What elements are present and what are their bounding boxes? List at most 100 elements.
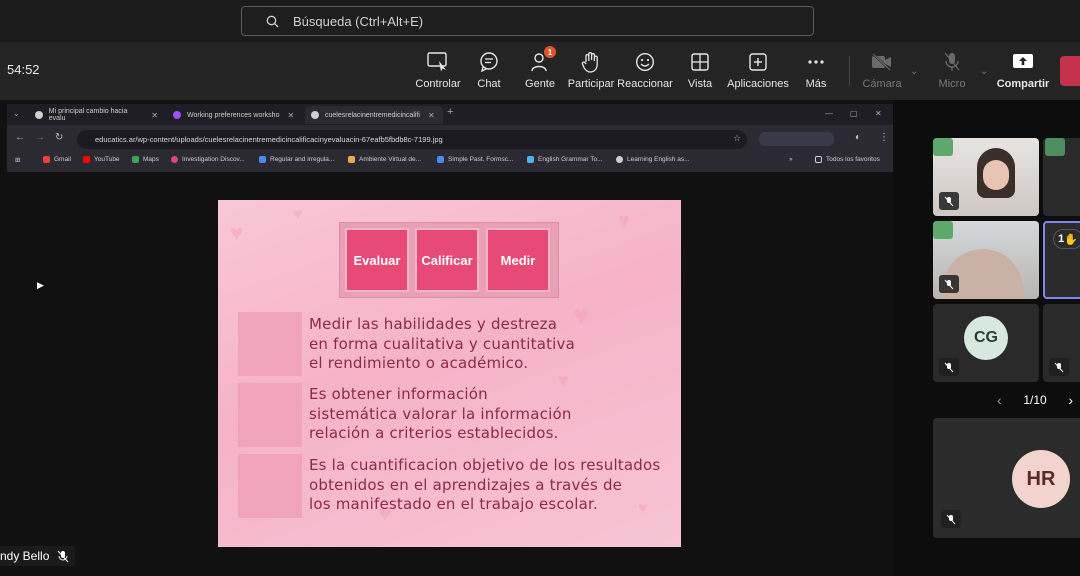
control-icon bbox=[427, 52, 447, 72]
view-button[interactable]: Vista bbox=[672, 50, 728, 94]
mic-off-icon bbox=[944, 52, 960, 71]
maximize-icon: ▢ bbox=[850, 109, 858, 118]
heart-decoration-icon: ♥ bbox=[293, 206, 303, 223]
mic-label: Micro bbox=[938, 78, 966, 90]
share-icon bbox=[1013, 54, 1033, 68]
bookmark-label: Learning English as... bbox=[627, 156, 690, 163]
participant-tile-hr[interactable]: HR bbox=[933, 418, 1080, 538]
participant-tile-raised-hand[interactable]: 1 ✋ bbox=[1043, 221, 1080, 299]
camera-options-chevron-icon[interactable]: ⌄ bbox=[910, 66, 918, 77]
definition-line: Es la cuantificacion objetivo de los res… bbox=[309, 456, 661, 474]
muted-indicator bbox=[1049, 358, 1069, 376]
mic-off-icon bbox=[944, 279, 954, 289]
definition-line: relación a criterios establecidos. bbox=[309, 424, 559, 442]
people-button[interactable]: 1 Gente bbox=[512, 46, 568, 94]
definition-square-3 bbox=[238, 454, 302, 518]
more-button[interactable]: Más bbox=[788, 50, 844, 94]
previous-page-icon[interactable]: ‹ bbox=[997, 392, 1002, 408]
muted-indicator bbox=[941, 510, 961, 528]
browser-tab-title: Mi principal cambio hacia evalu bbox=[48, 108, 128, 122]
browser-tab-title: cuelesrelacinentremedicincalifi bbox=[325, 111, 420, 119]
raise-hand-button[interactable]: Participar bbox=[563, 50, 619, 94]
camera-button[interactable]: Cámara bbox=[854, 50, 910, 94]
more-label: Más bbox=[805, 78, 827, 90]
hand-icon: ✋ bbox=[1064, 233, 1078, 246]
address-text: educatics.ar/wp-content/uploads/cuelesre… bbox=[95, 135, 443, 144]
participant-tile-cg[interactable]: CG bbox=[933, 304, 1039, 382]
meeting-toolbar: 54:52 Controlar Chat 1 Gente Participar … bbox=[0, 42, 1080, 100]
mic-off-icon bbox=[1054, 362, 1064, 372]
bookmark-label: Simple Past. Formsc... bbox=[448, 156, 514, 163]
apps-button[interactable]: Aplicaciones bbox=[727, 50, 789, 94]
bookmark-investigation: Investigation Discov... bbox=[171, 156, 245, 163]
bookmark-label: Ambiente Virtual de... bbox=[359, 156, 422, 163]
definition-line: el rendimiento o académico. bbox=[309, 354, 529, 372]
bookmark-star-icon: ☆ bbox=[733, 133, 742, 143]
muted-indicator bbox=[939, 192, 959, 210]
next-page-icon[interactable]: › bbox=[1068, 392, 1073, 408]
search-input[interactable]: Búsqueda (Ctrl+Alt+E) bbox=[241, 6, 814, 36]
chat-favicon-icon bbox=[35, 111, 43, 119]
participant-tile-6[interactable] bbox=[1043, 304, 1080, 382]
shared-browser-window: ⌄ Mi principal cambio hacia evalu ✕ Worki… bbox=[7, 104, 893, 172]
participants-panel: 1 ✋ CG ‹ 1/10 › HR bbox=[893, 100, 1080, 576]
toolbar-divider bbox=[849, 56, 850, 86]
definition-line: en forma cualitativa y cuantitativa bbox=[309, 334, 576, 353]
browser-menu-icon: ⋮ bbox=[879, 132, 889, 143]
bookmark-simple-past: Simple Past. Formsc... bbox=[437, 156, 513, 163]
leave-button[interactable] bbox=[1060, 56, 1080, 86]
more-icon bbox=[808, 60, 824, 64]
participant-video-1[interactable] bbox=[933, 138, 1039, 216]
mic-button[interactable]: Micro bbox=[924, 50, 980, 94]
grid-icon bbox=[691, 53, 709, 71]
new-tab-icon: + bbox=[447, 106, 454, 118]
participant-face bbox=[983, 160, 1009, 190]
share-button[interactable]: Compartir bbox=[995, 50, 1051, 94]
participant-tile-2[interactable] bbox=[1043, 138, 1080, 216]
definition-line: obtenidos en el aprendizajes a través de bbox=[309, 475, 623, 494]
hand-icon bbox=[581, 52, 598, 73]
back-icon: ← bbox=[15, 132, 25, 143]
mic-off-icon bbox=[57, 550, 69, 562]
title-bar: Búsqueda (Ctrl+Alt+E) bbox=[0, 0, 1080, 42]
extensions-group bbox=[759, 132, 834, 146]
bookmarks-bar: ⊞ Gmail YouTube Maps Investigation Disco… bbox=[7, 152, 893, 170]
react-button[interactable]: Reaccionar bbox=[617, 50, 673, 94]
forward-icon: → bbox=[35, 132, 45, 143]
companion-app-icon bbox=[933, 221, 953, 239]
browser-tab-1: Mi principal cambio hacia evalu ✕ bbox=[29, 106, 164, 124]
minimize-icon: — bbox=[825, 109, 833, 118]
definition-evaluar: Es obtener información sistemática valor… bbox=[309, 385, 572, 444]
heart-decoration-icon: ♥ bbox=[618, 210, 630, 232]
mic-off-icon bbox=[944, 362, 954, 372]
mic-options-chevron-icon[interactable]: ⌄ bbox=[980, 66, 988, 77]
raise-hand-label: Participar bbox=[567, 78, 615, 90]
presenter-name-tag: ndy Bello bbox=[0, 546, 76, 566]
medir-box: Medir bbox=[486, 228, 550, 292]
presenter-name: ndy Bello bbox=[0, 549, 50, 563]
bookmark-maps: Maps bbox=[132, 156, 159, 163]
chat-button[interactable]: Chat bbox=[461, 50, 517, 94]
close-icon: ✕ bbox=[427, 110, 435, 120]
participant-video-3[interactable] bbox=[933, 221, 1039, 299]
reload-icon: ↻ bbox=[55, 132, 64, 143]
mouse-pointer-icon: ▶ bbox=[37, 280, 44, 290]
browser-tab-2: Working preferences worksho ✕ bbox=[167, 106, 302, 124]
avatar: CG bbox=[964, 316, 1008, 360]
plus-square-icon bbox=[749, 53, 767, 71]
form-favicon-icon bbox=[173, 111, 181, 119]
bookmark-label: Regular and irregula... bbox=[270, 156, 335, 163]
control-button[interactable]: Controlar bbox=[410, 50, 466, 94]
chat-label: Chat bbox=[477, 78, 501, 90]
tab-search-chevron-icon: ⌄ bbox=[13, 109, 20, 118]
definition-line: sistemática valorar la información bbox=[309, 404, 572, 423]
definition-line: los manifestado en el trabajo escolar. bbox=[309, 495, 598, 513]
bookmark-label: Gmail bbox=[54, 156, 71, 163]
bookmark-label: YouTube bbox=[94, 156, 120, 163]
slide-image: ♥ ♥ ♥ ♥ ♥ ♥ ♥ Evaluar Calificar Medir Me… bbox=[218, 200, 681, 547]
chat-icon bbox=[480, 52, 498, 72]
participants-pager: ‹ 1/10 › bbox=[997, 392, 1073, 408]
people-badge: 1 bbox=[544, 46, 556, 58]
close-icon: ✕ bbox=[287, 110, 295, 120]
apps-label: Aplicaciones bbox=[727, 78, 789, 90]
